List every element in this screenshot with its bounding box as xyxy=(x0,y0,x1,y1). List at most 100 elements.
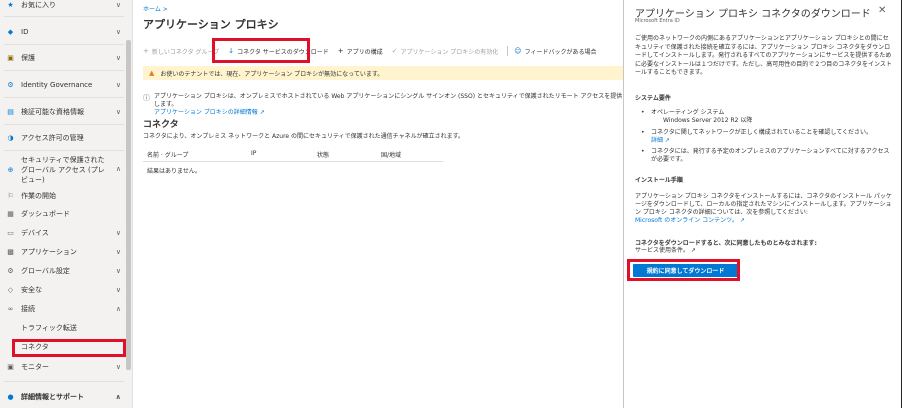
sidebar-item-global-secure-access[interactable]: ⊕ セキュリティで保護された グローバル アクセス (プレ ビュー) ∧ xyxy=(0,155,125,185)
sidebar-item-label: アクセス許可の管理 xyxy=(21,134,84,142)
sidebar-item-label: 安全な xyxy=(21,286,42,294)
info-icon: ⓘ xyxy=(143,94,150,102)
apps-icon: ▩ xyxy=(7,248,14,256)
sidebar-item-label: ID xyxy=(21,28,29,36)
sidebar-item-learn-support[interactable]: ● 詳細情報とサポート ∧ xyxy=(0,391,125,403)
feedback-button[interactable]: ☺ フィードバックがある場合 xyxy=(514,47,596,56)
configure-app-button[interactable]: + アプリの構成 xyxy=(338,47,383,56)
terms-of-service-link[interactable]: サービス使用条件。 ↗ xyxy=(635,247,893,255)
gear-icon: ⚙ xyxy=(7,267,14,275)
sidebar-item-dashboard[interactable]: ▦ ダッシュボード xyxy=(0,208,125,220)
sidebar-item-verifiable-credentials[interactable]: ▤ 検証可能な資格情報 ∨ xyxy=(0,106,125,118)
enable-app-proxy-button[interactable]: ✓ アプリケーション プロキシの有効化 xyxy=(392,47,499,56)
info-text: アプリケーション プロキシは、オンプレミスでホストされている Web アプリケー… xyxy=(154,93,623,108)
chevron-down-icon: ∨ xyxy=(115,28,121,36)
sidebar-item-global-settings[interactable]: ⚙ グローバル設定 ∨ xyxy=(0,265,125,277)
sidebar-item-label: 作業の開始 xyxy=(21,192,56,200)
requirement-text: オペレーティング システム xyxy=(651,109,725,116)
chevron-down-icon: ∨ xyxy=(115,363,121,371)
chevron-down-icon: ∨ xyxy=(115,1,121,9)
dashboard-icon: ▦ xyxy=(7,210,14,218)
sidebar-item-label: 接続 xyxy=(21,305,35,313)
column-header-name[interactable]: 名前 · グループ xyxy=(147,150,188,159)
divider xyxy=(4,124,124,125)
chevron-down-icon: ∨ xyxy=(115,81,121,89)
sidebar-item-applications[interactable]: ▩ アプリケーション ∨ xyxy=(0,246,125,258)
column-header-status[interactable]: 状態 xyxy=(317,150,329,159)
sidebar-item-label: ダッシュボード xyxy=(21,210,70,218)
sidebar-item-label: Identity Governance xyxy=(21,81,93,89)
agree-heading: コネクタをダウンロードすると、次に同意したものとみなされます: xyxy=(635,240,817,247)
sidebar-item-label: 検証可能な資格情報 xyxy=(21,108,84,116)
chevron-up-icon: ∧ xyxy=(115,305,121,313)
more-options-icon[interactable]: … xyxy=(257,16,266,26)
details-link[interactable]: 詳細 ↗ xyxy=(651,137,891,145)
credential-icon: ▤ xyxy=(7,108,14,116)
close-icon[interactable]: ✕ xyxy=(878,5,886,16)
person-icon: ● xyxy=(7,393,14,401)
install-steps-heading: インストール手順 xyxy=(635,177,683,184)
requirement-text: コネクタには、発行する予定のオンプレミスのアプリケーションすべてに対するアクセス… xyxy=(651,148,890,163)
bullet-icon: • xyxy=(641,129,645,136)
chevron-down-icon: ∨ xyxy=(115,286,121,294)
feedback-label: フィードバックがある場合 xyxy=(524,48,597,56)
sidebar-item-label: アプリケーション xyxy=(21,248,77,256)
sidebar-item-id[interactable]: ◆ ID ∨ xyxy=(0,26,125,38)
requirement-item: • オペレーティング システム Windows Server 2012 R2 以… xyxy=(641,109,891,125)
column-header-region[interactable]: 国/地域 xyxy=(381,150,401,159)
sidebar-item-favorites[interactable]: ★ お気に入り ∨ xyxy=(0,0,125,10)
sidebar-item-get-started[interactable]: ⚐ 作業の開始 xyxy=(0,190,125,202)
online-content-link[interactable]: Microsoft のオンライン コンテンツ。 ↗ xyxy=(635,217,893,225)
checkmark-icon: ✓ xyxy=(391,47,398,55)
plus-icon: + xyxy=(143,47,149,55)
sidebar-item-devices[interactable]: ▭ デバイス ∨ xyxy=(0,227,125,239)
divider xyxy=(4,150,124,151)
sidebar-item-label: モニター xyxy=(21,363,49,371)
requirement-item: • コネクタに関してネットワークが正しく構成されていることを確認してください。 … xyxy=(641,129,891,145)
feedback-icon: ☺ xyxy=(514,47,522,55)
globe-icon: ⊕ xyxy=(7,165,14,174)
warning-icon: ▲ xyxy=(149,69,155,77)
chevron-up-icon: ∧ xyxy=(115,393,121,401)
sidebar-item-label-line: セキュリティで保護された xyxy=(21,156,105,164)
sidebar-item-label: 保護 xyxy=(21,54,35,62)
divider xyxy=(4,44,124,45)
sidebar-item-connect[interactable]: ∞ 接続 ∧ xyxy=(0,303,125,315)
sidebar-item-traffic-forwarding[interactable]: トラフィック転送 xyxy=(0,322,125,334)
learn-more-link[interactable]: アプリケーション プロキシの詳細情報 ↗ xyxy=(154,109,623,117)
sidebar-item-monitor[interactable]: ▣ モニター ∨ xyxy=(0,361,125,373)
new-connector-group-label: 新しいコネクタ グループ xyxy=(151,48,220,56)
sidebar-item-secure[interactable]: ◇ 安全な ∨ xyxy=(0,284,125,296)
new-connector-group-button[interactable]: + 新しいコネクタ グループ xyxy=(143,47,219,56)
sidebar-item-label: セキュリティで保護された グローバル アクセス (プレ ビュー) xyxy=(21,155,105,185)
divider xyxy=(4,381,124,382)
table-empty-message: 結果はありません。 xyxy=(147,168,201,175)
chevron-down-icon: ∨ xyxy=(115,267,121,275)
warning-banner: ▲ お使いのテナントでは、現在、アプリケーション プロキシが無効になっています。 xyxy=(143,66,623,80)
table-header: 名前 · グループ IP 状態 国/地域 xyxy=(143,150,443,161)
sidebar-item-permissions-management[interactable]: ◑ アクセス許可の管理 xyxy=(0,132,125,144)
sidebar-scrollbar[interactable] xyxy=(126,40,131,370)
column-header-ip[interactable]: IP xyxy=(251,150,256,157)
rocket-icon: ⚐ xyxy=(7,192,14,200)
device-icon: ▭ xyxy=(7,229,14,237)
chevron-up-icon: ∧ xyxy=(115,165,121,173)
connectors-heading: コネクタ xyxy=(143,120,179,130)
link-icon: ∞ xyxy=(7,305,14,313)
plus-icon: + xyxy=(337,47,344,55)
lock-icon: ▣ xyxy=(7,54,14,62)
divider xyxy=(4,16,124,17)
info-block: ⓘ アプリケーション プロキシは、オンプレミスでホストされている Web アプリ… xyxy=(143,93,623,117)
system-requirements-heading: システム要件 xyxy=(635,95,671,102)
sidebar-item-identity-governance[interactable]: ⚙ Identity Governance ∨ xyxy=(0,79,125,91)
highlight-connectors-item xyxy=(12,339,126,357)
requirement-item: • コネクタには、発行する予定のオンプレミスのアプリケーションすべてに対するアク… xyxy=(641,148,891,164)
connectors-description: コネクタにより、オンプレミス ネットワークと Azure の間にセキュリティで保… xyxy=(143,133,465,140)
toolbar-divider xyxy=(507,46,509,56)
sidebar-item-protection[interactable]: ▣ 保護 ∨ xyxy=(0,52,125,64)
breadcrumb[interactable]: ホーム > xyxy=(143,4,168,13)
chevron-down-icon: ∨ xyxy=(115,54,121,62)
sidebar-item-label: グローバル設定 xyxy=(21,267,70,275)
requirement-text: コネクタに関してネットワークが正しく構成されていることを確認してください。 xyxy=(651,129,873,136)
chevron-down-icon: ∨ xyxy=(115,248,121,256)
